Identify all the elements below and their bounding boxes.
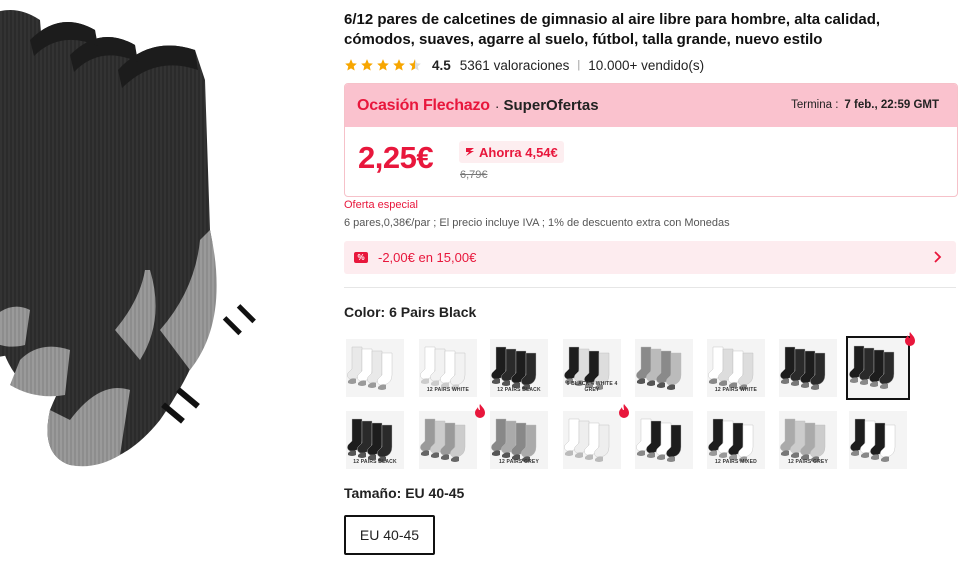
- price-note: 6 pares,0,38€/par ; El precio incluye IV…: [344, 217, 730, 229]
- chevron-right-icon[interactable]: [932, 250, 942, 264]
- percent-ticket-icon: %: [354, 252, 368, 263]
- color-swatch[interactable]: [846, 336, 910, 400]
- swatch-caption: 6 BLACK 4 WHITE 4 GREY: [566, 381, 618, 393]
- coupon-bar[interactable]: % -2,00€ en 15,00€: [344, 241, 956, 274]
- sock-thumbnail: [780, 346, 826, 390]
- deal-countdown: Termina : 7 feb., 22:59 GMT: [791, 99, 939, 111]
- color-swatch[interactable]: 12 PAIRS GREY: [779, 411, 837, 469]
- color-swatch[interactable]: [419, 411, 477, 469]
- sock-thumbnail: [850, 418, 896, 462]
- sold-count: 10.000+ vendido(s): [588, 57, 705, 73]
- sock-thumbnail: [347, 346, 393, 390]
- current-price: 2,25€: [358, 140, 434, 175]
- color-swatch[interactable]: 12 PAIRS BLACK: [346, 411, 404, 469]
- swatch-caption: 12 PAIRS GREY: [787, 459, 829, 465]
- swatch-caption: 12 PAIRS GREY: [498, 459, 540, 465]
- swatch-caption: 12 PAIRS MIXED: [715, 459, 757, 465]
- separator: |: [577, 59, 581, 71]
- rating-row[interactable]: 4.5 5361 valoraciones | 10.000+ vendido(…: [344, 55, 704, 75]
- star-icon: [345, 59, 357, 71]
- fire-icon: [475, 404, 485, 418]
- color-swatch[interactable]: 12 PAIRS GREY: [490, 411, 548, 469]
- sock-thumbnail: [564, 418, 610, 462]
- size-option-eu-40-45[interactable]: EU 40-45: [344, 515, 435, 555]
- sock-thumbnail: [420, 418, 466, 462]
- savings-badge: Ahorra 4,54€: [459, 141, 564, 163]
- coupon-text: -2,00€ en 15,00€: [378, 250, 477, 265]
- ends-label: Termina :: [791, 99, 839, 111]
- socks-image: [0, 10, 256, 467]
- color-swatch[interactable]: [563, 411, 621, 469]
- color-swatch[interactable]: 12 PAIRS WHITE: [419, 339, 477, 397]
- star-icon: [361, 59, 373, 71]
- color-swatch[interactable]: 6 BLACK 4 WHITE 4 GREY: [563, 339, 621, 397]
- deal-box: Ocasión Flechazo · SuperOfertas Termina …: [344, 83, 958, 197]
- color-swatch[interactable]: [346, 339, 404, 397]
- swatch-caption: 12 PAIRS WHITE: [714, 387, 758, 393]
- sock-thumbnail: [849, 345, 895, 389]
- color-swatch[interactable]: [849, 411, 907, 469]
- color-swatch[interactable]: [635, 339, 693, 397]
- special-offer-label: Oferta especial: [344, 199, 418, 211]
- star-rating: [344, 58, 422, 72]
- star-icon: [393, 59, 405, 71]
- deal-brand: Ocasión Flechazo: [357, 96, 490, 114]
- divider: [344, 287, 956, 288]
- color-swatch[interactable]: [635, 411, 693, 469]
- color-swatch[interactable]: [779, 339, 837, 397]
- deal-subtitle: SuperOfertas: [503, 97, 599, 114]
- fire-icon: [619, 404, 629, 418]
- color-label: Color: 6 Pairs Black: [344, 304, 477, 320]
- deal-banner: Ocasión Flechazo · SuperOfertas Termina …: [345, 84, 957, 127]
- product-main-image[interactable]: [0, 0, 330, 567]
- ends-value: 7 feb., 22:59 GMT: [844, 99, 939, 111]
- color-swatch[interactable]: 12 PAIRS WHITE: [707, 339, 765, 397]
- review-count[interactable]: 5361 valoraciones: [460, 58, 570, 73]
- star-icon: [377, 59, 389, 71]
- deal-dot: ·: [494, 97, 500, 114]
- swatch-caption: 12 PAIRS WHITE: [426, 387, 470, 393]
- size-label: Tamaño: EU 40-45: [344, 485, 465, 501]
- rating-score: 4.5: [432, 57, 451, 73]
- color-swatch[interactable]: 12 PAIRS MIXED: [707, 411, 765, 469]
- sock-thumbnail: [636, 418, 682, 462]
- down-arrow-icon: [466, 148, 474, 156]
- color-swatch[interactable]: 12 PAIRS BLACK: [490, 339, 548, 397]
- fire-icon: [905, 332, 915, 346]
- swatch-caption: 12 PAIRS BLACK: [497, 387, 541, 393]
- half-star-icon: [409, 59, 421, 71]
- sock-thumbnail: [636, 346, 682, 390]
- savings-text: Ahorra 4,54€: [479, 144, 558, 160]
- swatch-caption: 12 PAIRS BLACK: [353, 459, 397, 465]
- product-title: 6/12 pares de calcetines de gimnasio al …: [344, 11, 881, 48]
- original-price: 6,79€: [460, 169, 488, 181]
